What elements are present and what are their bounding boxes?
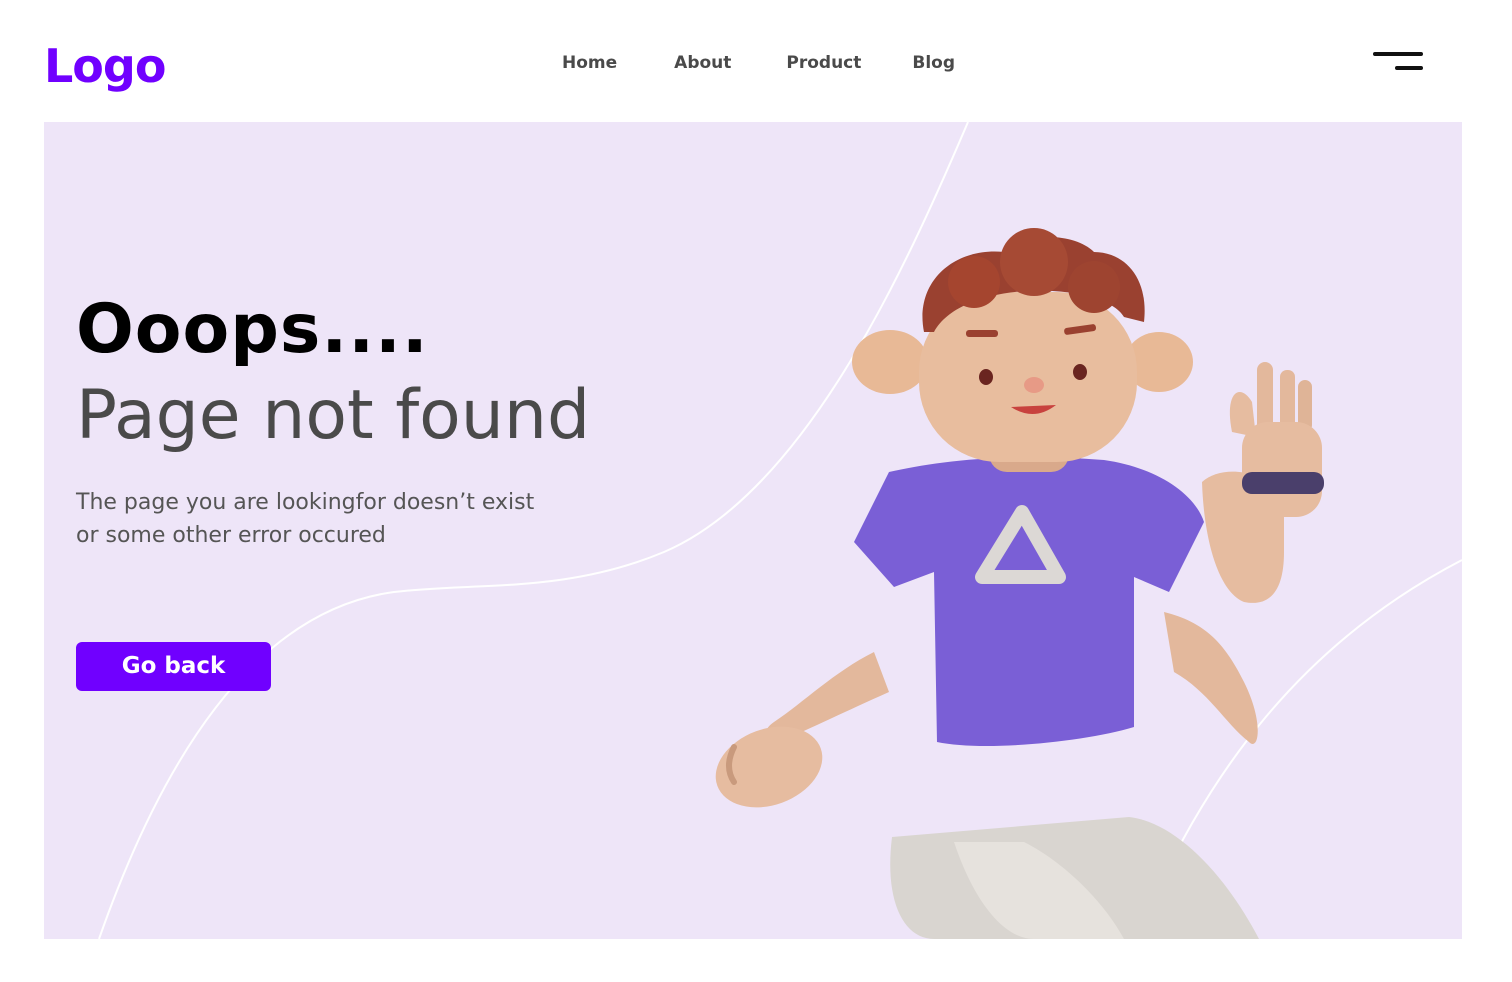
top-header: Logo Home About Product Blog [0, 0, 1512, 122]
pants [890, 817, 1259, 939]
go-back-label: Go back [121, 653, 226, 679]
logo[interactable]: Logo [44, 36, 166, 96]
nav-product[interactable]: Product [786, 50, 861, 76]
page: Logo Home About Product Blog Ooops.... P… [0, 0, 1512, 982]
head [852, 228, 1193, 462]
nav-about[interactable]: About [674, 50, 731, 76]
nav-home[interactable]: Home [562, 50, 617, 76]
error-title: Ooops.... [76, 290, 429, 369]
hero-section: Ooops.... Page not found The page you ar… [44, 122, 1462, 939]
character-illustration [715, 228, 1324, 939]
menu-bar-top [1373, 52, 1423, 56]
main-nav: Home About Product Blog [562, 50, 955, 76]
menu-bar-bottom [1395, 66, 1423, 70]
nav-blog[interactable]: Blog [912, 50, 955, 76]
left-arm [715, 652, 889, 808]
go-back-button[interactable]: Go back [76, 642, 271, 691]
hamburger-menu-icon[interactable] [1371, 50, 1425, 74]
error-subtitle: Page not found [76, 376, 591, 455]
error-description: The page you are lookingfor doesn’t exis… [76, 490, 535, 548]
